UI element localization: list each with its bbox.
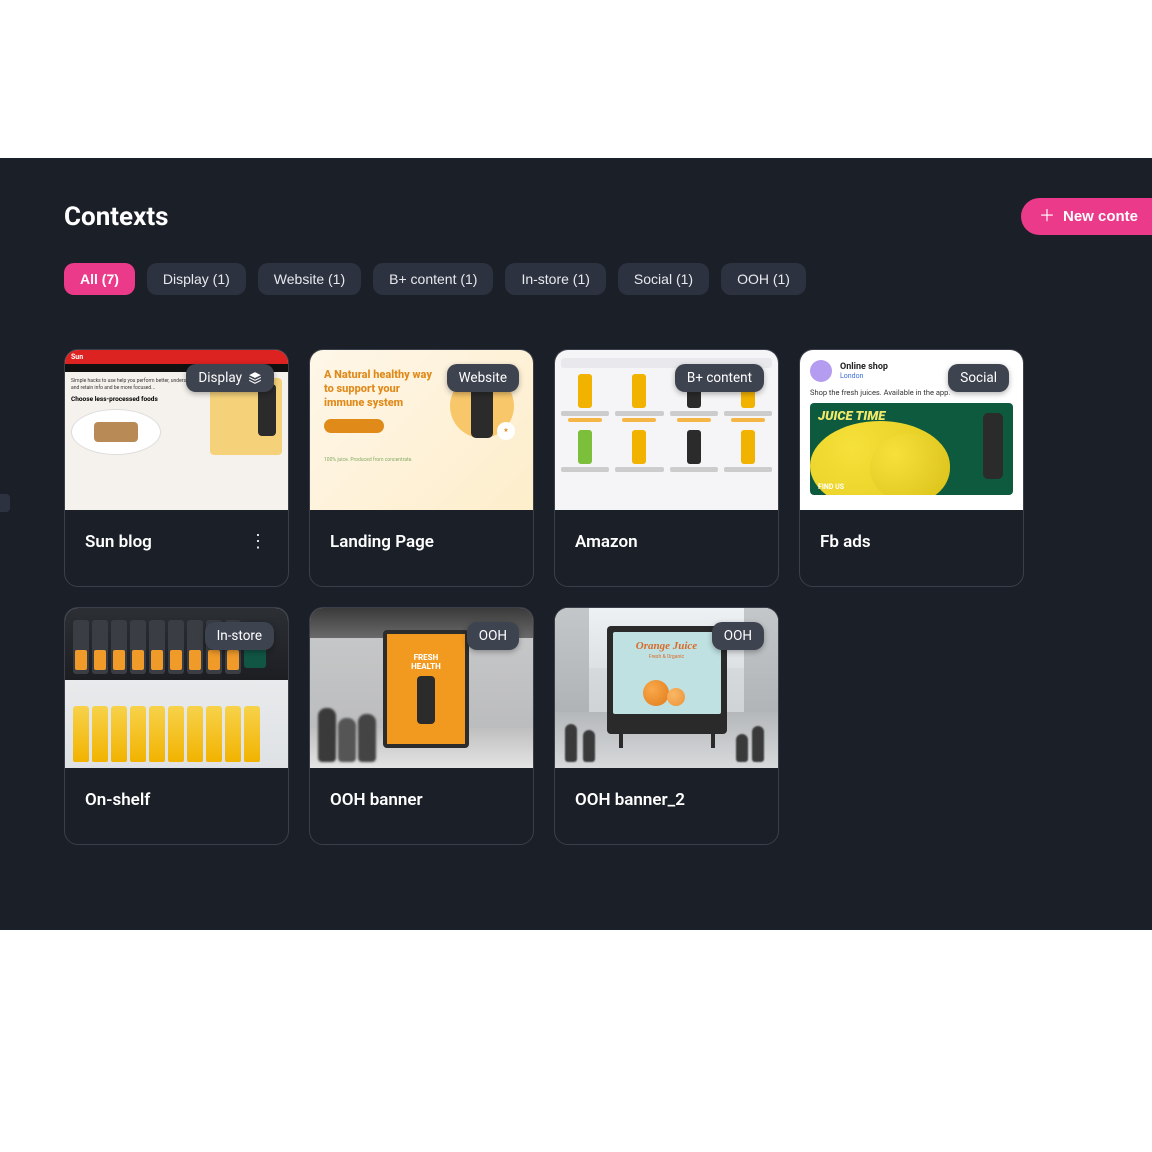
thumb-poster-sub: Fresh & Organic: [613, 654, 721, 660]
card-tag-label: Display: [198, 370, 242, 386]
filter-ooh[interactable]: OOH (1): [721, 263, 806, 295]
card-tag: OOH: [467, 622, 519, 650]
card-title: Sun blog: [85, 532, 152, 552]
filter-all[interactable]: All (7): [64, 263, 135, 295]
thumb-poster-title: Orange Juice: [613, 640, 721, 652]
card-tag: Display: [186, 364, 274, 392]
plus-icon: ＋: [1039, 209, 1055, 225]
layers-icon: [248, 371, 262, 385]
context-card[interactable]: B+ content Amazon: [554, 349, 779, 587]
card-title: Amazon: [575, 532, 638, 552]
sidebar-edge: [0, 494, 10, 512]
context-card[interactable]: FRESHHEALTH OOH OOH banner: [309, 607, 534, 845]
card-tag: In-store: [205, 622, 274, 650]
new-context-label: New conte: [1063, 208, 1138, 225]
context-card[interactable]: Orange Juice Fresh & Organic OOH: [554, 607, 779, 845]
card-tag-label: OOH: [724, 628, 752, 644]
thumb-profile-location: London: [840, 372, 888, 380]
card-title: On-shelf: [85, 790, 150, 810]
filter-b-content[interactable]: B+ content (1): [373, 263, 493, 295]
card-title: OOH banner: [330, 790, 423, 810]
card-tag: B+ content: [675, 364, 764, 392]
card-tag: Website: [447, 364, 519, 392]
card-tag-label: Social: [960, 370, 997, 386]
card-tag-label: Website: [459, 370, 507, 386]
thumb-profile-name: Online shop: [840, 362, 888, 372]
filter-social[interactable]: Social (1): [618, 263, 709, 295]
page-title: Contexts: [64, 202, 168, 232]
thumb-headline: A Natural healthy way to support your im…: [324, 368, 435, 409]
filter-row: All (7) Display (1) Website (1) B+ conte…: [64, 263, 1152, 295]
cards-grid: Sun Simple hacks to use help you perform…: [64, 349, 1152, 845]
filter-display[interactable]: Display (1): [147, 263, 246, 295]
context-card[interactable]: Sun Simple hacks to use help you perform…: [64, 349, 289, 587]
new-context-button[interactable]: ＋ New conte: [1021, 198, 1152, 235]
card-tag: OOH: [712, 622, 764, 650]
filter-in-store[interactable]: In-store (1): [505, 263, 605, 295]
card-title: Landing Page: [330, 532, 434, 552]
app-panel: Contexts ＋ New conte All (7) Display (1)…: [0, 158, 1152, 930]
card-tag: Social: [948, 364, 1009, 392]
thumb-ad-footer: FIND US: [818, 483, 844, 491]
context-card[interactable]: In-store On-shelf: [64, 607, 289, 845]
context-card[interactable]: Online shop London Shop the fresh juices…: [799, 349, 1024, 587]
card-title: Fb ads: [820, 532, 871, 552]
card-title: OOH banner_2: [575, 790, 685, 810]
context-card[interactable]: A Natural healthy way to support your im…: [309, 349, 534, 587]
card-tag-label: OOH: [479, 628, 507, 644]
card-tag-label: B+ content: [687, 370, 752, 386]
card-menu-button[interactable]: ⋮: [249, 533, 268, 551]
card-tag-label: In-store: [217, 628, 262, 644]
filter-website[interactable]: Website (1): [258, 263, 361, 295]
